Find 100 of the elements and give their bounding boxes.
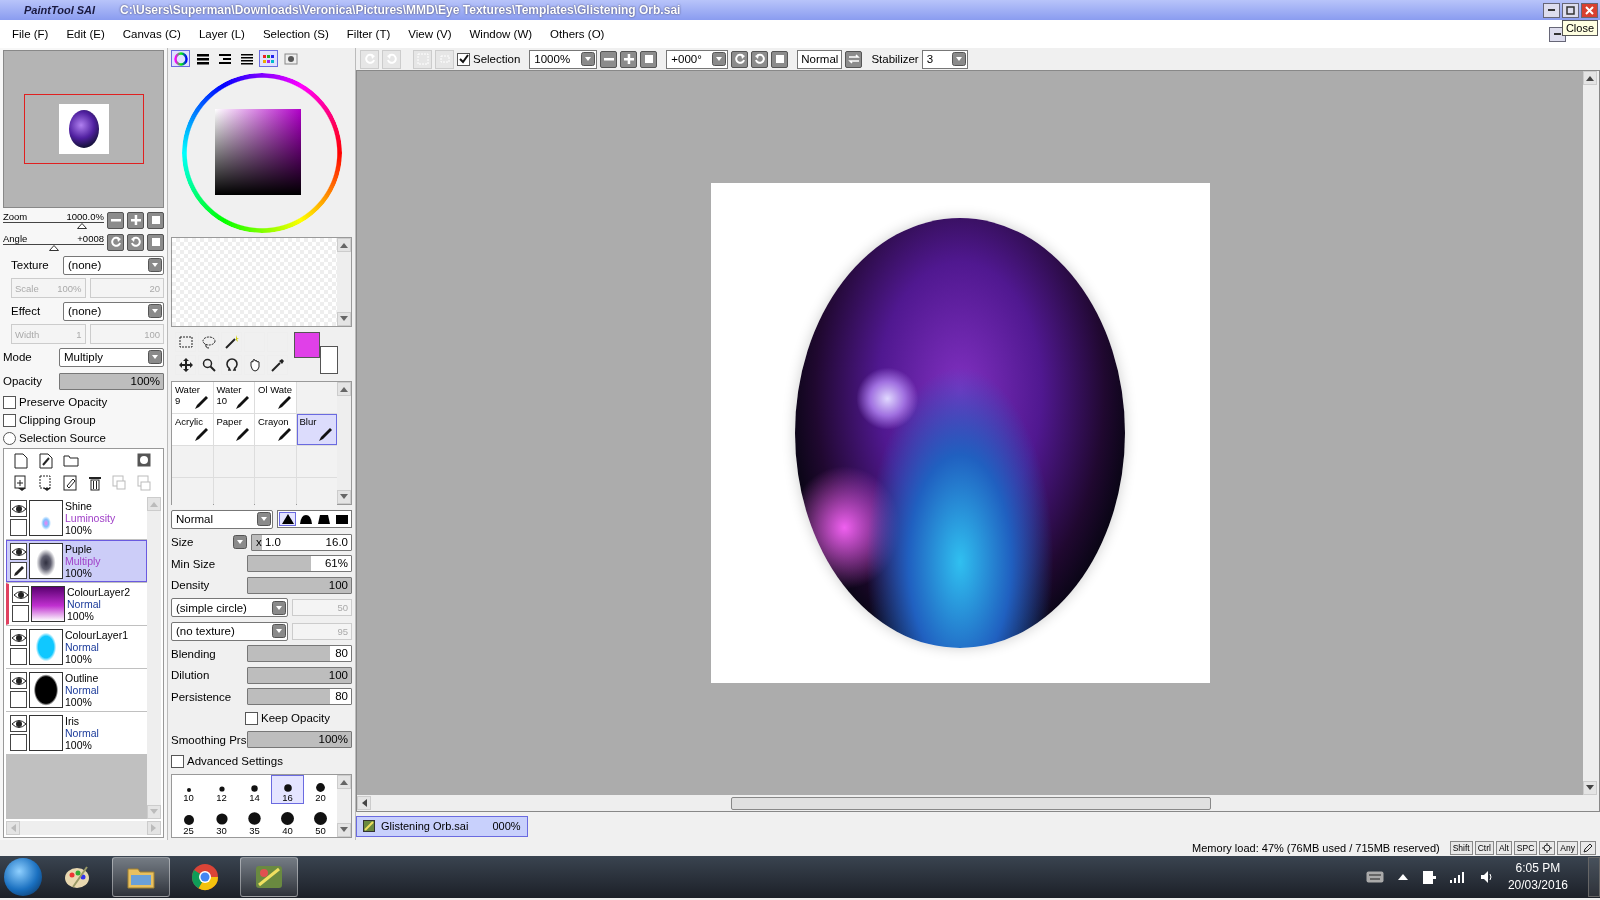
angle-dropdown[interactable]: +000°	[666, 49, 729, 69]
copy-layer-icon[interactable]	[14, 475, 28, 491]
layer-row[interactable]: ColourLayer1 Normal 100%	[6, 626, 147, 668]
brush-size-preset[interactable]: 14	[238, 774, 271, 804]
brush-size-slider[interactable]: x 1.0 16.0	[251, 533, 352, 551]
close-button[interactable]	[1581, 2, 1598, 18]
brush-size-preset[interactable]: 10	[172, 774, 205, 804]
layer-lock-toggle[interactable]	[10, 734, 27, 751]
opacity-slider[interactable]: 100%	[59, 372, 164, 390]
new-layer-icon[interactable]	[14, 453, 28, 469]
zoom-slider[interactable]: Zoom 1000.0%	[3, 211, 104, 229]
reset-angle-button[interactable]	[771, 50, 789, 68]
scrollbar[interactable]	[337, 238, 351, 327]
brush-shape-option[interactable]	[279, 512, 296, 526]
menu-item[interactable]: Edit (E)	[60, 28, 117, 40]
zoom-out-button[interactable]	[600, 50, 618, 68]
speaker-icon[interactable]	[1479, 870, 1494, 884]
panel-tab[interactable]	[259, 50, 278, 68]
tray-arrow-icon[interactable]	[1397, 874, 1408, 880]
brush-tool[interactable]: Acrylic	[172, 414, 213, 446]
brush-shape-option[interactable]	[315, 512, 332, 526]
brush-tool[interactable]: Paper	[213, 414, 254, 446]
setting-slider[interactable]: 100%	[247, 731, 352, 749]
slider-thumb[interactable]	[76, 223, 87, 229]
rotate-right-button[interactable]	[751, 50, 769, 68]
move-icon[interactable]	[178, 358, 193, 373]
menu-item[interactable]: Others (O)	[544, 28, 617, 40]
brush-size-preset[interactable]: 25	[172, 803, 205, 837]
brush-shape-selector[interactable]	[277, 510, 352, 528]
menu-item[interactable]: Selection (S)	[256, 28, 341, 40]
layer-row[interactable]: ColourLayer2 Normal 100%	[6, 583, 147, 625]
scrollbar[interactable]	[337, 774, 351, 837]
brush-size-preset[interactable]: 12	[205, 774, 238, 804]
clear-layer-icon[interactable]	[63, 475, 78, 491]
angle-slider[interactable]: Angle +0008	[3, 233, 104, 251]
setting-slider[interactable]: 100	[247, 576, 352, 594]
taskbar-app[interactable]	[240, 857, 298, 897]
layer-row[interactable]: Outline Normal 100%	[6, 669, 147, 711]
brush-size-preset[interactable]: 20	[304, 774, 337, 804]
brush-shape-option[interactable]	[297, 512, 314, 526]
document-tab[interactable]: Glistening Orb.sai 000%	[356, 815, 528, 837]
zoom-out-button[interactable]	[107, 211, 124, 229]
trash-icon[interactable]	[87, 475, 102, 491]
brush-size-preset[interactable]: 30	[205, 803, 238, 837]
scrollbar[interactable]	[1583, 71, 1599, 795]
browser-icon[interactable]	[191, 863, 219, 891]
scrollbar[interactable]	[147, 497, 161, 819]
reset-zoom-button[interactable]	[640, 50, 658, 68]
checkbox[interactable]	[3, 395, 16, 409]
lasso-icon[interactable]	[201, 335, 216, 350]
checkbox[interactable]	[457, 52, 470, 66]
rotate-icon[interactable]	[224, 358, 239, 373]
maximize-button[interactable]	[1562, 2, 1579, 18]
zoom-dropdown[interactable]: 1000%	[529, 49, 598, 69]
effect-dropdown[interactable]: (none)	[63, 301, 164, 321]
menu-item[interactable]: Window (W)	[463, 28, 545, 40]
menu-item[interactable]: Filter (T)	[340, 28, 403, 40]
radio-button[interactable]	[3, 431, 16, 445]
viewport-frame[interactable]	[24, 94, 144, 164]
signal-icon[interactable]	[1449, 871, 1466, 883]
brush-dropdown[interactable]: (no texture)	[171, 621, 288, 641]
keyboard-icon[interactable]	[1365, 871, 1384, 883]
panel-tab[interactable]	[171, 50, 190, 68]
brush-tool[interactable]: Crayon	[255, 414, 296, 446]
reset-zoom-button[interactable]	[147, 211, 164, 229]
texture-dropdown[interactable]: (none)	[63, 255, 164, 275]
new-linework-icon[interactable]	[38, 453, 53, 469]
paint-app-icon[interactable]	[254, 863, 284, 891]
blend-mode-dropdown[interactable]: Multiply	[59, 347, 164, 367]
setting-slider[interactable]: 61%	[247, 555, 352, 573]
layer-lock-toggle[interactable]	[10, 562, 27, 579]
checkbox[interactable]	[245, 711, 258, 725]
brush-size-preset[interactable]: 35	[238, 803, 271, 837]
scrollbar[interactable]	[337, 382, 351, 505]
scrollbar[interactable]	[6, 821, 161, 835]
canvas-paper[interactable]	[710, 183, 1210, 683]
clock[interactable]: 6:05 PM 20/03/2016	[1507, 860, 1568, 894]
checkbox[interactable]	[171, 754, 184, 768]
zoom-in-button[interactable]	[620, 50, 638, 68]
layer-lock-toggle[interactable]	[12, 605, 29, 622]
menu-item[interactable]: File (F)	[6, 28, 61, 40]
menu-item[interactable]: View (V)	[402, 28, 464, 40]
brush-size-preset[interactable]: 16	[271, 774, 304, 804]
setting-slider[interactable]: 80	[247, 688, 352, 706]
rectangle-select-icon[interactable]	[178, 335, 193, 350]
layer-row[interactable]: Shine Luminosity 100%	[6, 497, 147, 539]
panel-tab[interactable]	[281, 50, 300, 68]
brush-dropdown[interactable]: (simple circle)	[171, 598, 288, 618]
setting-slider[interactable]: 80	[247, 645, 352, 663]
brush-blend-dropdown[interactable]: Normal	[171, 509, 273, 529]
brush-tool[interactable]: Water 9	[172, 382, 213, 414]
primary-color-swatch[interactable]	[294, 332, 320, 359]
layer-lock-toggle[interactable]	[10, 691, 27, 708]
stabilizer-dropdown[interactable]: 3	[921, 49, 968, 69]
brush-tool[interactable]: Ol Wate	[255, 382, 296, 414]
folder-icon[interactable]	[63, 453, 80, 467]
eyedropper-icon[interactable]	[270, 358, 285, 373]
brush-tool[interactable]: Blur	[296, 414, 337, 446]
slider-thumb[interactable]	[48, 245, 59, 251]
zoom-icon[interactable]	[201, 358, 216, 373]
